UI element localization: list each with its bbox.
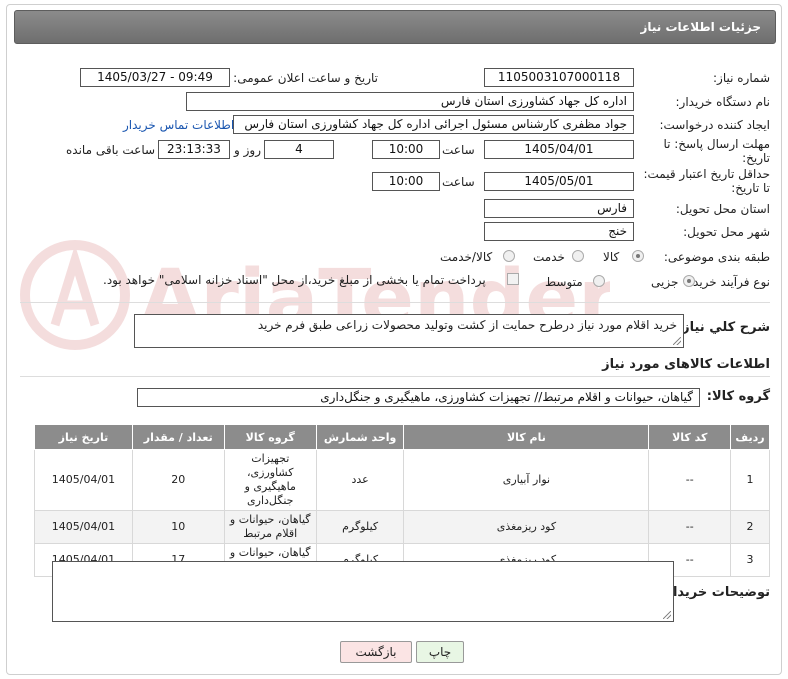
- description-textarea: خرید اقلام مورد نیاز درطرح حمایت از کشت …: [134, 314, 684, 348]
- print-button[interactable]: چاپ: [416, 641, 464, 663]
- creator-field: جواد مظفری کارشناس مسئول اجرائی اداره کل…: [233, 115, 634, 134]
- cell-unit: عدد: [315, 449, 405, 511]
- cell-code: --: [648, 510, 732, 544]
- reply-deadline-time: 10:00: [372, 140, 440, 159]
- reply-deadline-label: مهلت ارسال پاسخ: تا تاریخ:: [663, 137, 770, 165]
- cell-name: کود ریزمغذی: [403, 510, 650, 544]
- buyer-org-label: نام دستگاه خریدار:: [675, 95, 771, 109]
- price-validity-date: 1405/05/01: [484, 172, 634, 191]
- description-label: شرح کلي نياز:: [676, 320, 770, 335]
- description-text: خرید اقلام مورد نیاز درطرح حمایت از کشت …: [257, 318, 677, 332]
- cell-date: 1405/04/01: [34, 510, 133, 544]
- delivery-city-field: خنج: [484, 222, 634, 241]
- col-date: تاریخ نیاز: [34, 424, 133, 450]
- col-group: گروه کالا: [223, 424, 317, 450]
- buyer-contact-link[interactable]: اطلاعات تماس خریدار: [123, 118, 234, 132]
- reply-days-label: روز و: [234, 143, 261, 157]
- announce-datetime-label: تاریخ و ساعت اعلان عمومی:: [233, 71, 378, 85]
- process-label: نوع فرآیند خرید :: [685, 275, 770, 289]
- header-bar: جزئیات اطلاعات نیاز: [14, 10, 776, 44]
- cell-group: تجهیزات کشاورزی، ماهیگیری و جنگل‌داری: [223, 449, 317, 511]
- cell-qty: 10: [131, 510, 225, 544]
- page-title: جزئیات اطلاعات نیاز: [640, 20, 761, 34]
- reply-days-field: 4: [264, 140, 334, 159]
- creator-label: ایجاد کننده درخواست:: [659, 118, 770, 132]
- remaining-time-label: ساعت باقی مانده: [66, 143, 156, 157]
- category-label: طبقه بندی موضوعی:: [663, 250, 770, 264]
- need-number-field: 1105003107000118: [484, 68, 634, 87]
- treasury-checkbox[interactable]: [507, 273, 519, 285]
- buyer-notes-textarea[interactable]: [52, 561, 674, 622]
- reply-deadline-date: 1405/04/01: [484, 140, 634, 159]
- process-radio-medium[interactable]: [593, 275, 605, 287]
- resize-grip-icon[interactable]: [663, 611, 671, 619]
- col-unit: واحد شمارش: [315, 424, 405, 450]
- goods-group-label: گروه کالا:: [706, 389, 770, 404]
- delivery-province-field: فارس: [484, 199, 634, 218]
- reply-time-label: ساعت: [442, 143, 475, 157]
- cell-group: گیاهان، حیوانات و اقلام مرتبط: [223, 510, 317, 544]
- goods-section-title: اطلاعات کالاهای مورد نیاز: [602, 357, 770, 372]
- announce-datetime-field: 1405/03/27 - 09:49: [80, 68, 230, 87]
- cell-index: 1: [730, 449, 770, 511]
- cell-unit: کیلوگرم: [315, 510, 405, 544]
- cell-date: 1405/04/01: [34, 449, 133, 511]
- buyer-org-field: اداره کل جهاد کشاورزی استان فارس: [186, 92, 634, 111]
- category-option-service: خدمت: [533, 250, 565, 264]
- need-number-label: شماره نیاز:: [713, 71, 770, 85]
- table-row: 1 -- نوار آبیاری عدد تجهیزات کشاورزی، ما…: [34, 449, 770, 511]
- cell-index: 2: [730, 510, 770, 544]
- category-option-both: کالا/خدمت: [440, 250, 493, 264]
- resize-grip-icon[interactable]: [673, 337, 681, 345]
- cell-name: نوار آبیاری: [403, 449, 650, 511]
- cell-qty: 20: [131, 449, 225, 511]
- goods-table: ردیف کد کالا نام کالا واحد شمارش گروه کا…: [34, 424, 770, 577]
- cell-code: --: [648, 449, 732, 511]
- category-radio-goods[interactable]: [632, 250, 644, 262]
- back-button[interactable]: بازگشت: [340, 641, 412, 663]
- col-index: ردیف: [730, 424, 770, 450]
- treasury-checkbox-label: پرداخت تمام یا بخشی از مبلغ خرید،از محل …: [103, 273, 486, 287]
- delivery-province-label: استان محل تحویل:: [675, 202, 770, 216]
- cell-index: 3: [730, 543, 770, 577]
- col-name: نام کالا: [403, 424, 650, 450]
- divider: [20, 376, 770, 377]
- price-validity-time: 10:00: [372, 172, 440, 191]
- divider: [20, 302, 770, 303]
- process-radio-minor[interactable]: [683, 275, 695, 287]
- price-validity-label: حداقل تاریخ اعتبار قیمت: تا تاریخ:: [643, 167, 770, 195]
- delivery-city-label: شهر محل تحویل:: [683, 225, 770, 239]
- col-qty: تعداد / مقدار: [131, 424, 225, 450]
- goods-group-field: گیاهان، حیوانات و اقلام مرتبط// تجهیزات …: [137, 388, 700, 407]
- buyer-notes-label: توضیحات خریدار:: [660, 585, 770, 600]
- category-radio-both[interactable]: [503, 250, 515, 262]
- col-code: کد کالا: [648, 424, 732, 450]
- category-option-goods: کالا: [603, 250, 620, 264]
- table-row: 2 -- کود ریزمغذی کیلوگرم گیاهان، حیوانات…: [34, 510, 770, 544]
- table-header-row: ردیف کد کالا نام کالا واحد شمارش گروه کا…: [34, 424, 770, 450]
- process-option-minor: جزیی: [651, 275, 679, 289]
- category-radio-service[interactable]: [572, 250, 584, 262]
- process-option-medium: متوسط: [545, 275, 583, 289]
- price-validity-time-label: ساعت: [442, 175, 475, 189]
- remaining-time-field: 23:13:33: [158, 140, 230, 159]
